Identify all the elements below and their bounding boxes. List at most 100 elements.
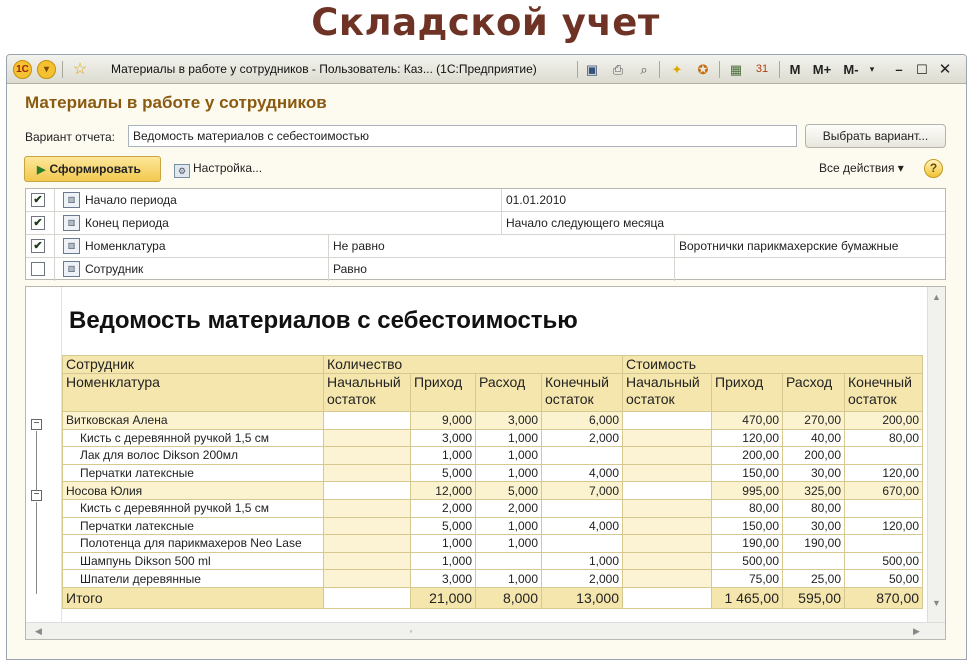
cost-cell: 40,00 <box>782 428 845 448</box>
menu-dropdown-icon[interactable]: ▾ <box>37 60 56 79</box>
vertical-scrollbar[interactable]: ▲ ▼ <box>927 287 945 623</box>
column-header: Расход <box>475 373 542 412</box>
collapse-icon[interactable]: − <box>31 419 42 430</box>
scroll-right-icon[interactable]: ▶ <box>908 623 925 639</box>
quantity-cell: 9,000 <box>410 411 476 430</box>
separator <box>501 189 502 212</box>
filter-value[interactable]: 01.01.2010 <box>506 193 566 207</box>
cost-cell: 200,00 <box>711 446 783 465</box>
cost-cell: 270,00 <box>782 411 845 430</box>
column-header: Приход <box>410 373 476 412</box>
group-line <box>36 502 37 594</box>
filter-condition[interactable]: Равно <box>333 262 367 276</box>
filter-condition[interactable]: Не равно <box>333 239 385 253</box>
filter-checkbox[interactable]: ✔ <box>31 239 45 253</box>
cost-cell: 120,00 <box>711 428 783 448</box>
all-actions-menu[interactable]: Все действия ▾ <box>819 161 904 175</box>
scroll-up-icon[interactable]: ▲ <box>929 289 944 306</box>
1c-logo-icon[interactable]: 1С <box>13 60 32 79</box>
collapse-icon[interactable]: − <box>31 490 42 501</box>
cost-cell <box>622 428 712 448</box>
column-header: Стоимость <box>621 355 924 374</box>
filter-value[interactable]: Начало следующего месяца <box>506 216 664 230</box>
filter-checkbox[interactable]: ✔ <box>31 216 45 230</box>
column-header: Сотрудник <box>62 355 324 374</box>
separator <box>62 61 63 78</box>
column-header: Начальный остаток <box>622 373 712 412</box>
cost-cell: 50,00 <box>843 569 924 588</box>
period-icon: ▥ <box>63 192 80 208</box>
cost-cell: 500,00 <box>843 551 924 571</box>
print-preview-icon[interactable]: ⌕ <box>634 59 654 80</box>
settings-icon: ⚙ <box>174 164 190 178</box>
cost-cell: 80,00 <box>843 428 924 448</box>
memory-subtract-button[interactable]: M- <box>839 59 863 80</box>
chevron-down-icon[interactable]: ▾ <box>865 59 879 80</box>
minimize-icon[interactable]: – <box>890 59 908 80</box>
report-title: Ведомость материалов с себестоимостью <box>69 307 578 334</box>
filter-field: Сотрудник <box>85 262 144 276</box>
separator <box>54 235 55 258</box>
settings-button[interactable]: ⚙ Настройка... <box>174 161 262 178</box>
quantity-cell <box>323 569 411 588</box>
scroll-thumb-icon[interactable]: ◦ <box>406 623 416 639</box>
quantity-cell: 1,000 <box>475 516 542 536</box>
memory-add-button[interactable]: M+ <box>810 59 834 80</box>
print-icon[interactable]: ⎙ <box>608 59 628 80</box>
maximize-icon[interactable]: ☐ <box>913 59 931 80</box>
table-row: Полотенца для парикмахеров Neo Lase 1,000… <box>62 534 924 553</box>
scroll-down-icon[interactable]: ▼ <box>929 595 944 612</box>
separator <box>501 212 502 235</box>
separator <box>674 258 675 281</box>
horizontal-scrollbar[interactable]: ◀ ◦ ▶ <box>26 622 945 639</box>
memory-button[interactable]: M <box>786 59 804 80</box>
quantity-cell: 5,000 <box>410 516 476 536</box>
window-title: Материалы в работе у сотрудников - Польз… <box>111 62 537 76</box>
calculator-icon[interactable]: ▦ <box>726 59 746 80</box>
filter-checkbox[interactable] <box>31 262 45 276</box>
favorites-star-icon[interactable]: ☆ <box>70 59 90 80</box>
quantity-cell <box>323 411 411 430</box>
quantity-cell <box>323 463 411 483</box>
help-icon[interactable]: ? <box>924 159 943 178</box>
close-icon[interactable]: ✕ <box>936 59 954 80</box>
quantity-cell <box>541 534 623 553</box>
scroll-left-icon[interactable]: ◀ <box>30 623 47 639</box>
quantity-cell: 2,000 <box>541 428 623 448</box>
save-icon[interactable]: ▣ <box>582 59 602 80</box>
filter-table: ✔ ▥ Начало периода 01.01.2010 ✔ ▥ Конец … <box>25 188 946 281</box>
quantity-cell: 6,000 <box>541 411 623 430</box>
calendar-icon[interactable]: 31 <box>752 59 772 80</box>
quantity-cell: 5,000 <box>410 463 476 483</box>
filter-checkbox[interactable]: ✔ <box>31 193 45 207</box>
generate-report-button[interactable]: ▶ Сформировать <box>24 156 161 182</box>
cost-cell: 190,00 <box>711 534 783 553</box>
quantity-cell: 2,000 <box>541 569 623 588</box>
bookmark-icon[interactable]: ✪ <box>693 59 713 80</box>
quantity-cell: 2,000 <box>410 498 476 518</box>
cost-cell <box>622 516 712 536</box>
quantity-cell: 21,000 <box>410 586 476 609</box>
table-row: Перчатки латексные 5,000 1,000 4,000 150,00 3… <box>62 516 924 536</box>
select-variant-button[interactable]: Выбрать вариант... <box>805 124 946 148</box>
table-row: Лак для волос Dikson 200мл 1,000 1,000 200,… <box>62 446 924 465</box>
filter-row: ✔ ▥ Номенклатура Не равно Воротнички пар… <box>26 235 945 258</box>
filter-value[interactable]: Воротнички парикмахерские бумажные <box>679 239 898 253</box>
cost-cell <box>622 481 712 500</box>
quantity-cell: 3,000 <box>475 411 542 430</box>
cost-cell: 325,00 <box>782 481 845 500</box>
table-row: Кисть с деревянной ручкой 1,5 см 3,000 1,0… <box>62 428 924 448</box>
filter-row: ▥ Сотрудник Равно <box>26 258 945 281</box>
variant-field[interactable]: Ведомость материалов с себестоимостью <box>128 125 797 147</box>
quantity-cell: 1,000 <box>475 428 542 448</box>
add-favorite-icon[interactable]: ✦ <box>667 59 687 80</box>
cost-cell: 595,00 <box>782 586 845 609</box>
report-table: Сотрудник Количество Стоимость Номенклат… <box>62 355 924 609</box>
column-header: Конечный остаток <box>541 373 623 412</box>
quantity-cell: 2,000 <box>475 498 542 518</box>
table-row: Шампунь Dikson 500 ml 1,000 1,000 500,00 500… <box>62 551 924 571</box>
column-header: Номенклатура <box>62 373 324 412</box>
separator <box>779 61 780 78</box>
cost-cell <box>622 569 712 588</box>
cost-cell <box>782 551 845 571</box>
